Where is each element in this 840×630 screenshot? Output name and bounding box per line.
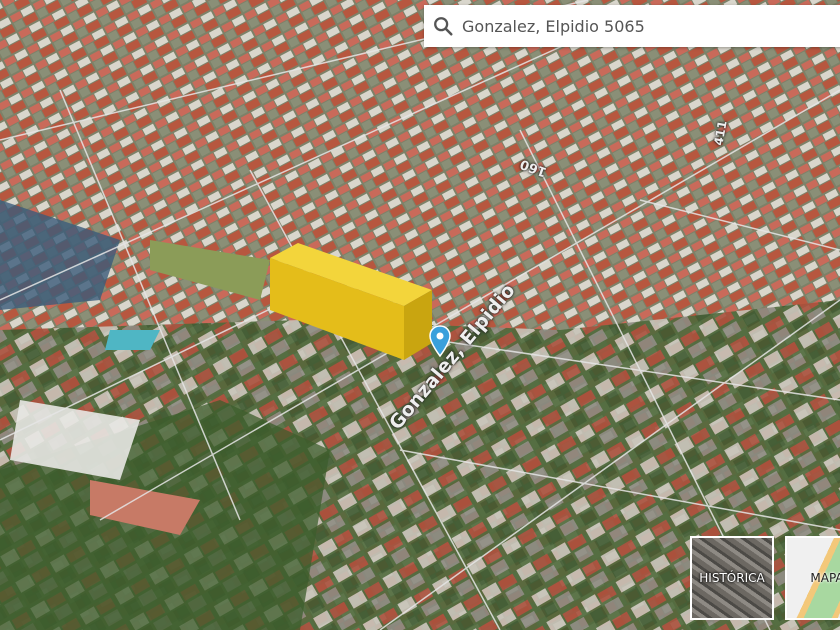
search-bar[interactable] bbox=[424, 5, 840, 47]
layer-historic-button[interactable]: HISTÓRICA bbox=[690, 536, 774, 620]
search-icon[interactable] bbox=[432, 15, 454, 37]
layer-map-label: MAPA bbox=[810, 571, 840, 585]
layer-historic-label: HISTÓRICA bbox=[699, 571, 765, 585]
layer-map-button[interactable]: MAPA bbox=[785, 536, 840, 620]
search-input[interactable] bbox=[460, 15, 824, 37]
